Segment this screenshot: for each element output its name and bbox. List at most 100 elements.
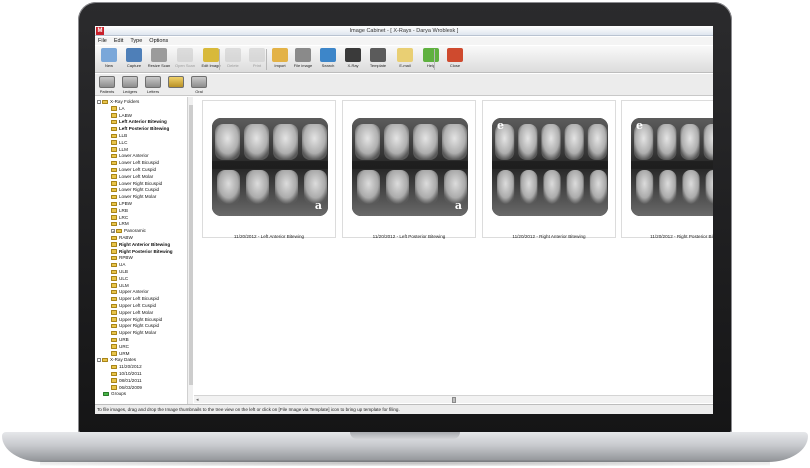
tree-item-label: LA [119,105,125,111]
folder-icon [111,181,117,186]
xray-thumbnail[interactable]: e 11/20/2012 - Right Anterior Bitewing [482,100,616,239]
folder-icon [111,364,117,370]
folder-icon [111,317,117,322]
thumbnail-caption: 11/20/2012 - Right Posterior Bitewing [650,234,713,239]
toolbar-label: New [104,63,113,68]
menu-options[interactable]: Options [149,37,168,45]
toolbar-label: Search [321,63,335,68]
tree-item-label: Upper Left Molar [119,309,154,315]
toolbar-label: X-Ray [347,63,359,68]
folder-tree[interactable]: - X-Ray Folders LA LABW Left Anterior Bitewi… [95,97,193,404]
help-button[interactable]: Help [419,48,443,72]
tree-item-label: URC [119,343,129,349]
xray-icon [345,48,361,62]
collapse-icon[interactable]: - [97,99,101,104]
folder-icon [102,357,108,363]
tree-item-label: LRB [119,207,128,213]
close-button[interactable]: Close [443,48,467,72]
folder-icon [111,249,117,254]
xray-badge: a [314,199,322,212]
template-button[interactable]: Template [366,48,390,72]
toolbar-label: Help [426,63,436,68]
folder-icon [111,310,117,315]
tree-item-label: X-Ray Folders [110,99,140,104]
folder-icon [111,235,117,241]
toolbar-label: Open Scan [174,63,195,68]
menu-file[interactable]: File [98,37,107,45]
folder-icon [111,126,117,132]
xray-image [212,118,328,216]
folder-icon [111,174,117,179]
x-ray-button[interactable]: X-Ray [341,48,365,72]
folder-icon [111,351,117,356]
email-icon [397,48,413,62]
xray-image [492,118,608,216]
folder-icon [111,187,117,193]
tree-item-label: X-Ray Dates [110,357,137,363]
import-icon [272,48,288,62]
tree-item-label: Upper Left Bicuspid [119,296,160,302]
print-icon [249,48,265,62]
toolbar-label: Template [369,63,387,68]
toolbar: New Capture Resize Scan Open Scan Edit Image… [95,46,713,73]
tree-item-label: UA [119,262,126,268]
scroll-left-icon[interactable]: ◂ [196,397,202,403]
tree-item-label: LLB [119,133,128,138]
scroll-knob[interactable] [452,397,456,403]
menu-type[interactable]: Type [130,37,142,45]
mode-oral-button[interactable]: Oral [189,76,209,95]
resize-scan-button[interactable]: Resize Scan [147,48,171,72]
ledgers-icon [122,76,138,88]
tree-scroll-thumb[interactable] [189,105,193,385]
tree-item-label: Panoramic [124,228,146,234]
tree-item-label: ULM [119,282,129,288]
xray-thumbnail[interactable]: a 11/20/2012 - Left Posterior Bitewing [342,100,476,239]
gallery-scrollbar[interactable]: ◂ [194,395,713,403]
new-button[interactable]: New [97,48,121,72]
menu-edit[interactable]: Edit [114,37,123,45]
open-scan-button[interactable]: Open Scan [173,48,197,72]
xray-thumbnail[interactable]: e 11/20/2012 - Right Posterior Bitewing [621,100,713,239]
folder-icon [111,113,117,118]
xray-thumbnail[interactable]: a 11/20/2012 - Left Anterior Bitewing [202,100,336,239]
tree-item-label: URM [119,350,130,356]
folder-icon [111,283,117,288]
tree-item-label: LPBW [119,201,133,206]
folder-icon [111,344,117,349]
tree-item[interactable]: Groups [97,390,126,397]
capture-button[interactable]: Capture [122,48,146,72]
search-button[interactable]: Search [316,48,340,72]
xray-frame: a [212,118,328,216]
delete-icon [225,48,241,62]
mode-label: Letters [146,89,160,94]
file-image-button[interactable]: File image [291,48,315,72]
folder-icon [111,289,117,295]
patients-icon [99,76,115,88]
delete-button[interactable]: Delete [221,48,245,72]
folder-icon [111,153,117,159]
expand-icon[interactable]: + [111,228,115,233]
xray-image [352,118,468,216]
mode-letters-button[interactable]: Letters [143,76,163,95]
toolbar-label: E-mail [399,63,411,68]
mode-patients-button[interactable]: Patients [97,76,117,95]
thumbnail-caption: 11/20/2012 - Left Posterior Bitewing [372,234,446,239]
folder-icon [111,371,117,377]
e-mail-button[interactable]: E-mail [393,48,417,72]
tree-scrollbar[interactable] [187,97,193,404]
tree-item-label: Upper Right Molar [119,330,157,336]
tree-item-label: ULC [119,275,129,281]
tree-item-label: Right Posterior Bitewing [119,248,173,254]
xray-frame: e [492,118,608,216]
import-button[interactable]: Import [268,48,292,72]
toolbar-label: File image [293,63,313,68]
edit-icon [203,48,219,62]
tree-item-label: Left Posterior Bitewing [119,126,170,132]
folder-icon [111,242,117,247]
mode-ledgers-button[interactable]: Ledgers [120,76,140,95]
mode-images-button[interactable] [166,76,186,95]
collapse-icon[interactable]: - [97,358,101,363]
close-icon [447,48,463,62]
folder-icon [111,160,117,166]
tree-item-label: URB [119,337,129,342]
